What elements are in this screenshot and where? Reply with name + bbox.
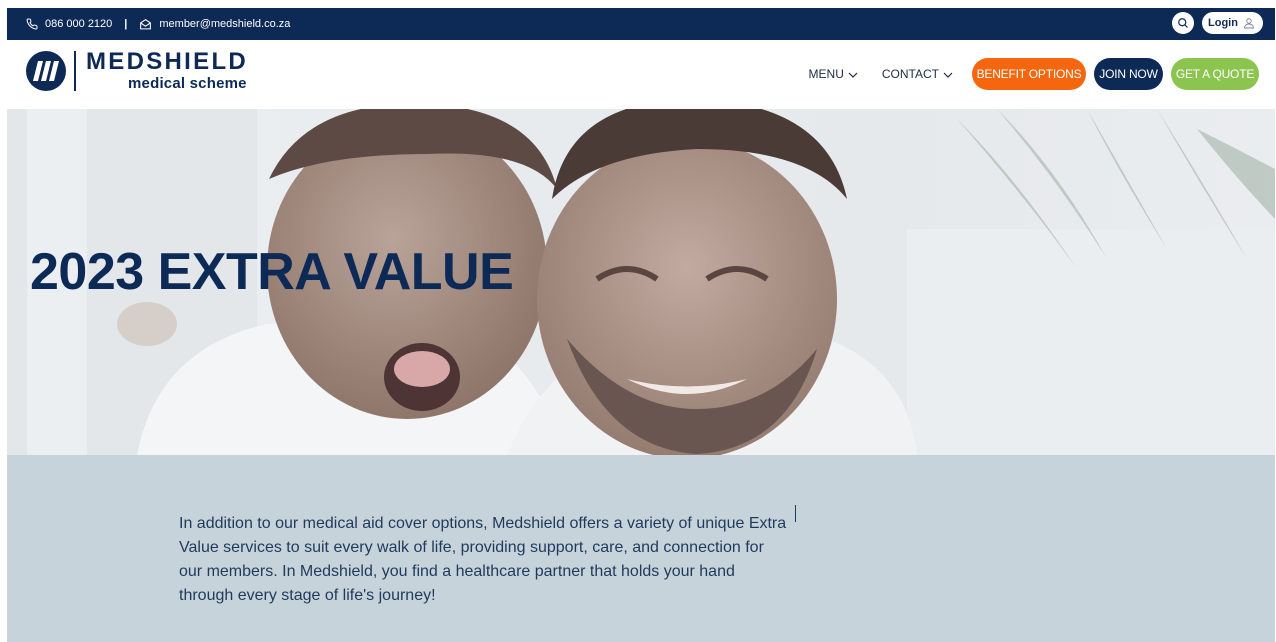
nav-menu-label: MENU	[808, 67, 844, 81]
hero-title: 2023 EXTRA VALUE	[30, 243, 514, 301]
email-link[interactable]: member@medshield.co.za	[139, 18, 290, 30]
benefit-options-button[interactable]: BENEFIT OPTIONS	[972, 58, 1086, 90]
email-address: member@medshield.co.za	[159, 18, 291, 30]
page-frame: 086 000 2120 | member@medshield.co.za Lo…	[7, 8, 1275, 642]
medshield-logo[interactable]: MEDSHIELD medical scheme	[26, 50, 248, 91]
phone-link[interactable]: 086 000 2120	[26, 18, 112, 30]
logo-name: MEDSHIELD	[86, 48, 249, 75]
logo-divider	[74, 50, 76, 91]
search-icon	[1177, 17, 1189, 29]
join-now-button[interactable]: JOIN NOW	[1094, 58, 1163, 90]
nav-contact-label: CONTACT	[881, 67, 939, 81]
nav-contact[interactable]: CONTACT	[882, 67, 953, 81]
login-button[interactable]: Login	[1202, 12, 1263, 34]
hero-banner: 2023 EXTRA VALUE	[7, 109, 1275, 455]
intro-section: In addition to our medical aid cover opt…	[7, 455, 1275, 642]
search-button[interactable]	[1172, 12, 1194, 34]
logo-subtitle: medical scheme	[128, 75, 247, 92]
login-label: Login	[1208, 17, 1238, 29]
main-header: MEDSHIELD medical scheme MENU CONTACT BE…	[7, 40, 1275, 109]
text-cursor	[795, 505, 796, 522]
chevron-down-icon	[943, 67, 953, 81]
get-a-quote-button[interactable]: GET A QUOTE	[1171, 58, 1259, 90]
phone-icon	[26, 18, 38, 30]
nav-menu[interactable]: MENU	[809, 67, 858, 81]
intro-paragraph: In addition to our medical aid cover opt…	[179, 515, 787, 604]
topbar-actions: Login	[1172, 12, 1263, 34]
top-utility-bar: 086 000 2120 | member@medshield.co.za Lo…	[7, 8, 1275, 40]
user-icon	[1243, 17, 1255, 29]
topbar-separator: |	[124, 18, 128, 30]
email-icon	[139, 18, 152, 30]
logo-mark-icon	[26, 50, 66, 91]
main-nav: MENU CONTACT BENEFIT OPTIONS JOIN NOW GE…	[809, 58, 1259, 90]
phone-number: 086 000 2120	[45, 18, 113, 30]
logo-wordmark: MEDSHIELD medical scheme	[86, 48, 249, 92]
chevron-down-icon	[848, 67, 858, 81]
